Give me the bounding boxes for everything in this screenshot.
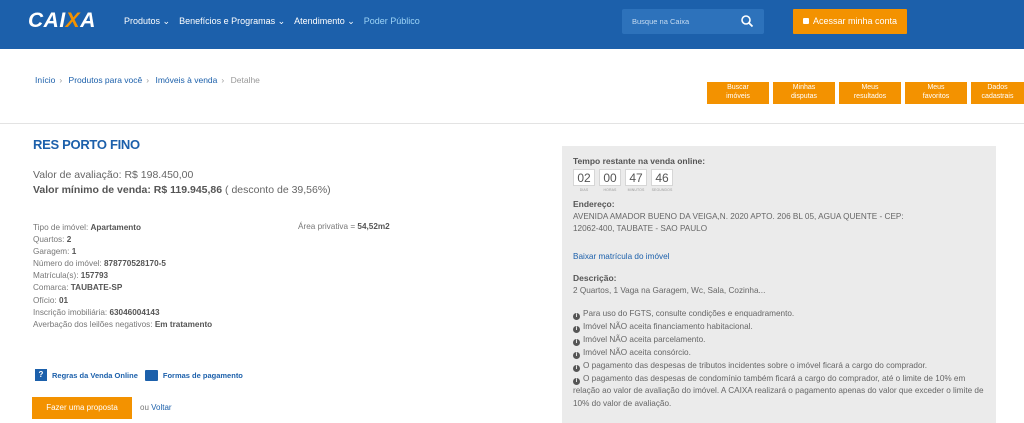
sale-info-panel: Tempo restante na venda online: 02 DIAS 0… xyxy=(562,146,996,423)
wallet-icon xyxy=(144,369,158,381)
breadcrumb-imoveis[interactable]: Imóveis à venda xyxy=(155,75,217,85)
valor-minimo: Valor mínimo de venda: R$ 119.945,86 ( d… xyxy=(33,184,331,196)
dados-cadastrais-button[interactable]: Dados cadastrais xyxy=(971,82,1024,104)
description-text: 2 Quartos, 1 Vaga na Garagem, Wc, Sala, … xyxy=(573,286,766,295)
meus-favoritos-button[interactable]: Meus favoritos xyxy=(905,82,967,104)
nav-beneficios[interactable]: Benefícios e Programas ⌄ xyxy=(179,16,285,27)
caixa-logo[interactable]: CAIXA xyxy=(28,9,96,33)
note-item: i Imóvel NÃO aceita consórcio. xyxy=(573,347,989,360)
info-icon: i xyxy=(573,364,580,372)
breadcrumb-current: Detalhe xyxy=(230,75,260,85)
detail-row: Quartos: 2 xyxy=(33,235,72,245)
property-title: RES PORTO FINO xyxy=(33,137,140,152)
lock-icon xyxy=(802,18,809,24)
baixar-matricula-link[interactable]: Baixar matrícula do imóvel xyxy=(573,252,669,261)
nav-produtos[interactable]: Produtos ⌄ xyxy=(124,16,170,27)
detail-row: Tipo de imóvel: Apartamento xyxy=(33,223,141,232)
detail-row: Averbação dos leilões negativos: Em trat… xyxy=(33,319,213,329)
meus-resultados-button[interactable]: Meus resultados xyxy=(839,82,901,104)
question-icon: ? xyxy=(35,369,47,381)
detail-row: Inscrição imobiliária: 63046004143 xyxy=(33,307,160,317)
notes-list: i Para uso do FGTS, consulte condições e … xyxy=(573,308,989,411)
regras-link[interactable]: Regras da Venda Online xyxy=(52,371,138,380)
info-icon: i xyxy=(573,377,580,385)
pagamento-link[interactable]: Formas de pagamento xyxy=(163,371,243,380)
area-privativa: Área privativa = 54,52m2 xyxy=(298,222,390,231)
nav-atendimento[interactable]: Atendimento ⌄ xyxy=(294,16,355,27)
detail-row: Matrícula(s): 157793 xyxy=(33,271,109,281)
valor-avaliacao: Valor de avaliação: R$ 198.450,00 xyxy=(33,169,194,181)
property-details: Tipo de imóvel: Apartamento Quartos: 2 G… xyxy=(33,222,212,331)
top-header: CAIXA Produtos ⌄ Benefícios e Programas … xyxy=(0,0,1024,49)
note-item: i Para uso do FGTS, consulte condições e … xyxy=(573,308,989,321)
timer-hours: 00 HORAS xyxy=(599,169,621,192)
note-item: iO pagamento das despesas de condomínio … xyxy=(573,373,984,409)
time-label: Tempo restante na venda online: xyxy=(573,156,706,166)
minhas-disputas-button[interactable]: Minhas disputas xyxy=(773,82,835,104)
voltar-link[interactable]: Voltar xyxy=(151,403,171,412)
address-text: AVENIDA AMADOR BUENO DA VEIGA,N. 2020 AP… xyxy=(573,212,904,233)
buscar-imoveis-button[interactable]: Buscar imóveis xyxy=(707,82,769,104)
breadcrumb: Início › Produtos para você › Imóveis à ve… xyxy=(35,75,260,85)
info-links: ? Regras da Venda Online Formas de pagam… xyxy=(35,369,250,381)
breadcrumb-produtos[interactable]: Produtos para você xyxy=(69,75,143,85)
timer-days: 02 DIAS xyxy=(573,169,595,192)
voltar-text: ou Voltar xyxy=(140,403,172,412)
search-input[interactable]: Busque na Caixa xyxy=(622,9,764,34)
countdown-timer: 02 DIAS 00 HORAS 47 MINUTOS 46 SEGUNDOS xyxy=(573,169,673,192)
info-icon: i xyxy=(573,338,580,346)
proposal-button[interactable]: Fazer uma proposta xyxy=(32,397,132,419)
search-placeholder: Busque na Caixa xyxy=(632,17,690,26)
login-button[interactable]: Acessar minha conta xyxy=(793,9,907,34)
note-item: i Imóvel NÃO aceita financiamento habitac… xyxy=(573,321,989,334)
breadcrumb-inicio[interactable]: Início xyxy=(35,75,55,85)
description-label: Descrição: xyxy=(573,273,617,283)
timer-minutes: 47 MINUTOS xyxy=(625,169,647,192)
main-nav: Produtos ⌄ Benefícios e Programas ⌄ Aten… xyxy=(124,16,420,27)
note-item: iO pagamento das despesas de tributos in… xyxy=(573,360,989,373)
info-icon: i xyxy=(573,351,580,359)
note-item: i Imóvel NÃO aceita parcelamento. xyxy=(573,334,989,347)
info-icon: i xyxy=(573,325,580,333)
search-icon[interactable] xyxy=(740,14,754,28)
nav-poder-publico[interactable]: Poder Público xyxy=(364,16,420,27)
info-icon: i xyxy=(573,313,580,320)
detail-row: Garagem: 1 xyxy=(33,247,77,257)
detail-row: Comarca: TAUBATE-SP xyxy=(33,283,123,293)
timer-seconds: 46 SEGUNDOS xyxy=(651,169,673,192)
address-label: Endereço: xyxy=(573,199,615,209)
divider xyxy=(0,123,1024,124)
detail-row: Número do imóvel: 878770528170-5 xyxy=(33,259,166,269)
detail-row: Ofício: 01 xyxy=(33,295,69,305)
